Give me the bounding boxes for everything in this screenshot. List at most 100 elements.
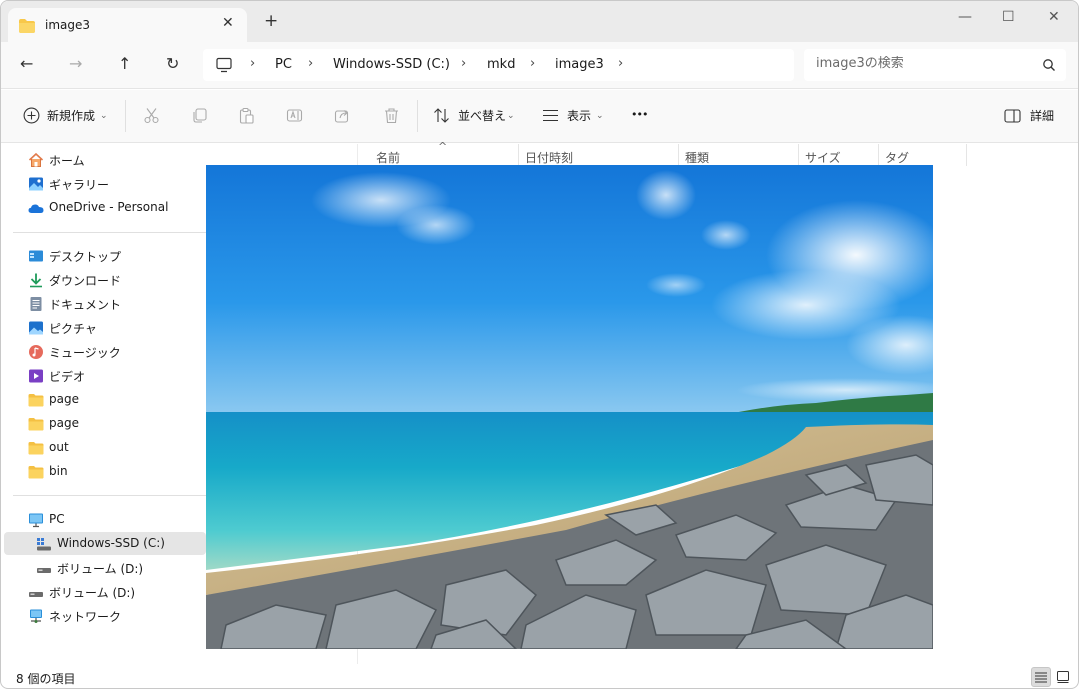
sidebar-item-videos[interactable]: ビデオ bbox=[4, 364, 206, 387]
chevron-down-icon: ⌄ bbox=[507, 111, 515, 121]
column-divider[interactable] bbox=[966, 144, 967, 166]
search-input[interactable] bbox=[816, 56, 1026, 71]
chevron-down-icon: ⌄ bbox=[596, 111, 604, 121]
sidebar-item-volume-d[interactable]: ボリューム (D:) bbox=[4, 556, 206, 579]
sidebar-item-music[interactable]: ミュージック bbox=[4, 340, 206, 363]
onedrive-icon bbox=[28, 204, 44, 213]
sidebar-item-home[interactable]: ホーム bbox=[4, 148, 206, 171]
details-pane-label: 詳細 bbox=[1030, 109, 1055, 123]
folder-icon bbox=[28, 442, 44, 455]
sort-icon bbox=[434, 108, 449, 123]
new-button[interactable]: 新規作成 ⌄ bbox=[21, 90, 111, 143]
tab-image3[interactable]: image3 ✕ bbox=[8, 8, 247, 42]
paste-icon[interactable] bbox=[238, 107, 255, 124]
sidebar-item-bin[interactable]: bin bbox=[4, 460, 206, 483]
sidebar-item-pictures[interactable]: ピクチャ bbox=[4, 316, 206, 339]
divider bbox=[13, 232, 206, 233]
drive-icon bbox=[37, 538, 51, 551]
cut-icon[interactable] bbox=[143, 107, 160, 124]
breadcrumb-separator[interactable]: › bbox=[461, 56, 466, 71]
gallery-icon bbox=[29, 177, 43, 191]
minimize-button[interactable]: — bbox=[958, 9, 972, 25]
breadcrumb-image3[interactable]: image3 bbox=[555, 57, 604, 72]
drive-icon bbox=[29, 592, 43, 597]
sort-button-label: 並べ替え bbox=[458, 109, 507, 123]
copy-icon[interactable] bbox=[191, 107, 208, 124]
rename-icon[interactable] bbox=[286, 107, 303, 124]
plus-circle-icon bbox=[23, 107, 40, 124]
view-button[interactable]: 表示 ⌄ bbox=[542, 90, 612, 143]
search-box[interactable] bbox=[804, 49, 1066, 81]
details-pane-button[interactable]: 詳細 bbox=[1004, 90, 1064, 143]
column-date[interactable]: 日付時刻 bbox=[519, 144, 678, 166]
network-icon bbox=[30, 609, 42, 623]
sidebar-item-page[interactable]: page bbox=[4, 388, 206, 411]
item-count: 8 個の項目 bbox=[16, 672, 76, 686]
view-icon bbox=[543, 109, 558, 122]
divider bbox=[13, 495, 206, 496]
search-icon[interactable] bbox=[1042, 58, 1056, 72]
column-size[interactable]: サイズ bbox=[799, 144, 878, 166]
breadcrumb-pc[interactable]: PC bbox=[275, 57, 292, 72]
column-tags[interactable]: タグ bbox=[879, 144, 966, 166]
home-icon bbox=[28, 152, 44, 167]
sidebar-item-desktop[interactable]: デスクトップ bbox=[4, 244, 206, 267]
address-bar[interactable]: › PC › Windows-SSD (C:) › mkd › image3 › bbox=[203, 49, 794, 81]
folder-icon bbox=[28, 466, 44, 479]
maximize-button[interactable]: ☐ bbox=[1002, 9, 1015, 25]
divider bbox=[417, 100, 418, 132]
chevron-down-icon: ⌄ bbox=[100, 111, 108, 121]
sidebar-item-network[interactable]: ネットワーク bbox=[4, 604, 206, 627]
music-icon bbox=[29, 345, 43, 359]
desktop-icon bbox=[29, 250, 43, 262]
divider bbox=[125, 100, 126, 132]
breadcrumb-mkd[interactable]: mkd bbox=[487, 57, 515, 72]
sidebar-item-page[interactable]: page bbox=[4, 412, 206, 435]
file-explorer-window: image3 ✕ + — ☐ ✕ ← → ↑ ↻ › PC › Windows-… bbox=[0, 0, 1079, 689]
breadcrumb-separator[interactable]: › bbox=[250, 56, 255, 71]
sidebar-item-out[interactable]: out bbox=[4, 436, 206, 459]
sidebar-item-onedrive[interactable]: OneDrive - Personal bbox=[4, 196, 206, 219]
view-button-label: 表示 bbox=[567, 109, 592, 123]
video-icon bbox=[29, 369, 43, 383]
navigation-pane: ホーム ギャラリー OneDrive - Personal デスクトップ ダウン… bbox=[1, 144, 206, 664]
up-button[interactable]: ↑ bbox=[118, 54, 131, 73]
document-icon bbox=[30, 297, 42, 311]
breadcrumb-separator[interactable]: › bbox=[530, 56, 535, 71]
column-name[interactable]: 名前 bbox=[358, 144, 518, 166]
column-type[interactable]: 種類 bbox=[679, 144, 798, 166]
delete-icon[interactable] bbox=[383, 107, 400, 124]
computer-icon bbox=[216, 57, 232, 73]
pictures-icon bbox=[29, 321, 43, 335]
download-icon bbox=[30, 273, 42, 288]
pc-icon bbox=[29, 513, 43, 528]
command-bar: 新規作成 ⌄ 並べ替え ⌄ 表示 ⌄ ••• 詳細 bbox=[1, 90, 1078, 143]
beach-photo bbox=[206, 165, 933, 649]
sidebar-item-gallery[interactable]: ギャラリー bbox=[4, 172, 206, 195]
folder-icon bbox=[19, 19, 35, 33]
forward-button[interactable]: → bbox=[69, 54, 82, 73]
sidebar-item-volume-d[interactable]: ボリューム (D:) bbox=[4, 580, 206, 603]
sort-button[interactable]: 並べ替え ⌄ bbox=[433, 90, 523, 143]
breadcrumb-drive[interactable]: Windows-SSD (C:) bbox=[333, 57, 450, 72]
tiles-view-button[interactable] bbox=[1053, 667, 1073, 687]
folder-icon bbox=[28, 418, 44, 431]
breadcrumb-separator[interactable]: › bbox=[618, 56, 623, 71]
drive-icon bbox=[37, 568, 51, 573]
sidebar-item-windows-ssd[interactable]: Windows-SSD (C:) bbox=[4, 532, 206, 555]
sidebar-item-downloads[interactable]: ダウンロード bbox=[4, 268, 206, 291]
close-window-button[interactable]: ✕ bbox=[1048, 9, 1060, 25]
sidebar-item-pc[interactable]: PC bbox=[4, 508, 206, 531]
breadcrumb-separator[interactable]: › bbox=[308, 56, 313, 71]
sidebar-item-documents[interactable]: ドキュメント bbox=[4, 292, 206, 315]
new-tab-button[interactable]: + bbox=[264, 13, 278, 30]
tiles-view-icon bbox=[1057, 671, 1069, 683]
details-view-button[interactable] bbox=[1031, 667, 1051, 687]
share-icon[interactable] bbox=[334, 107, 351, 124]
close-tab-icon[interactable]: ✕ bbox=[222, 15, 234, 31]
refresh-button[interactable]: ↻ bbox=[166, 54, 179, 73]
tab-bar: image3 ✕ + — ☐ ✕ bbox=[1, 1, 1078, 42]
details-view-icon bbox=[1035, 672, 1047, 683]
back-button[interactable]: ← bbox=[20, 54, 33, 73]
more-options-icon[interactable]: ••• bbox=[631, 108, 648, 121]
